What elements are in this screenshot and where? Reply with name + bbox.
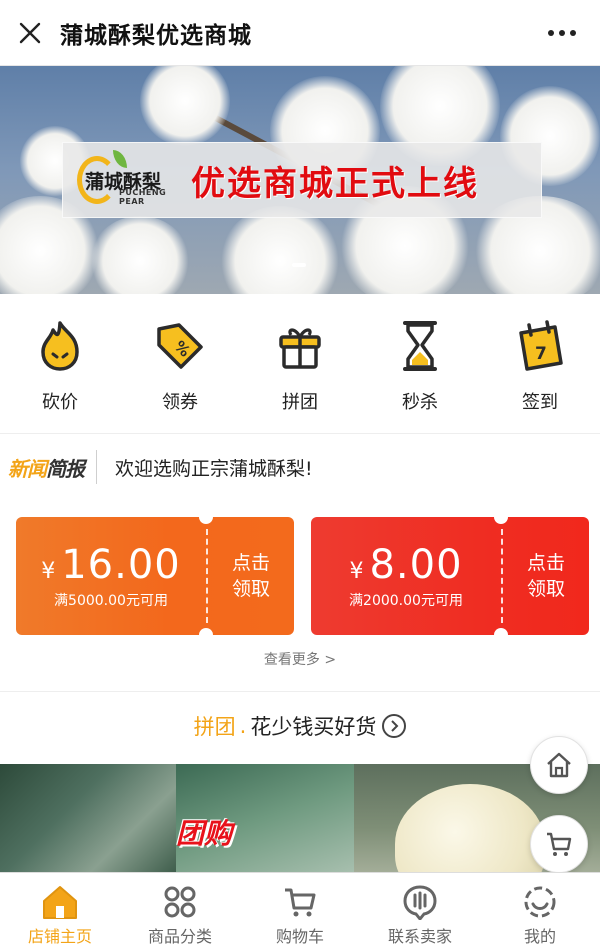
tab-contact-seller[interactable]: 联系卖家 — [360, 873, 480, 951]
quicknav-item-checkin[interactable]: 7 签到 — [480, 294, 600, 433]
banner-slogan: 优选商城正式上线 — [191, 163, 479, 204]
tab-label: 店铺主页 — [27, 927, 92, 946]
quicknav-label: 签到 — [522, 392, 558, 413]
coupon-value-area: ¥ 16.00 满5000.00元可用 — [16, 517, 206, 635]
blossom-decoration — [140, 66, 230, 146]
tab-label: 联系卖家 — [387, 927, 452, 946]
currency-symbol: ¥ — [41, 559, 56, 584]
coupon-notch — [494, 510, 508, 524]
coupon-amount: ¥ 16.00 — [41, 542, 181, 588]
coupon-value-area: ¥ 8.00 满2000.00元可用 — [311, 517, 501, 635]
news-text: 欢迎选购正宗蒲城酥梨! — [115, 457, 313, 480]
fire-icon — [32, 318, 88, 374]
tab-label: 购物车 — [275, 927, 324, 946]
coupon-notch — [199, 510, 213, 524]
promo-banner[interactable]: 蒲城酥梨 PUCHENG PEAR 优选商城正式上线 — [0, 66, 600, 294]
group-buy-tag: 团购 — [176, 817, 233, 850]
news-bar[interactable]: 新闻简报 欢迎选购正宗蒲城酥梨! — [0, 434, 600, 500]
quicknav-item-group-buy[interactable]: 拼团 — [240, 294, 360, 433]
cart-icon — [547, 832, 572, 856]
close-icon — [19, 22, 41, 43]
home-icon — [547, 752, 571, 778]
tab-label: 商品分类 — [147, 927, 212, 946]
claim-coupon-button[interactable]: 点击 领取 — [208, 517, 294, 635]
chevron-right-icon — [382, 714, 407, 738]
top-bar: 蒲城酥梨优选商城 — [0, 0, 600, 66]
quicknav-label: 拼团 — [282, 392, 318, 413]
page-title: 蒲城酥梨优选商城 — [60, 22, 252, 49]
group-buy-header[interactable]: 拼团 . 花少钱买好货 — [0, 706, 600, 746]
group-buy-product-strip[interactable]: 团购 — [0, 764, 600, 872]
view-more-link[interactable]: 查看更多 > — [0, 649, 600, 669]
coupon-tag-icon: % — [152, 318, 208, 374]
blossom-decoration — [220, 206, 340, 294]
coupon-card[interactable]: ¥ 16.00 满5000.00元可用 点击 领取 — [16, 517, 294, 635]
quicknav-label: 砍价 — [42, 392, 78, 413]
group-buy-dot: . — [239, 714, 247, 738]
svg-text:7: 7 — [535, 344, 547, 364]
coupon-value: 8.00 — [369, 542, 463, 588]
quicknav-item-flash-sale[interactable]: 秒杀 — [360, 294, 480, 433]
quicknav-label: 秒杀 — [402, 392, 438, 413]
logo-text: 蒲城酥梨 — [84, 170, 161, 193]
tab-cart[interactable]: 购物车 — [240, 873, 360, 951]
gift-icon — [272, 318, 328, 374]
coupon-condition: 满5000.00元可用 — [54, 593, 168, 609]
more-button[interactable] — [542, 20, 582, 46]
section-divider — [0, 691, 600, 692]
claim-label-line2: 领取 — [526, 578, 565, 600]
carousel-indicator[interactable] — [292, 263, 306, 267]
claim-coupon-button[interactable]: 点击 领取 — [503, 517, 589, 635]
logo-leaf — [113, 150, 127, 168]
claim-label-line2: 领取 — [231, 578, 270, 600]
hourglass-icon — [392, 318, 448, 374]
blossom-decoration — [90, 216, 190, 294]
tab-profile[interactable]: 我的 — [480, 873, 600, 951]
brand-logo: 蒲城酥梨 PUCHENG PEAR — [63, 142, 183, 218]
currency-symbol: ¥ — [349, 559, 364, 584]
more-dots-icon — [548, 30, 576, 36]
tab-home[interactable]: 店铺主页 — [0, 873, 120, 951]
quick-nav: 砍价 % 领券 拼团 秒杀 7 签到 — [0, 294, 600, 434]
bottom-tab-bar: 店铺主页 商品分类 购物车 联系卖家 我的 — [0, 872, 600, 951]
floating-cart-button[interactable] — [530, 815, 588, 873]
coupon-notch — [199, 628, 213, 642]
quicknav-label: 领券 — [162, 392, 198, 413]
coupon-value: 16.00 — [61, 542, 181, 588]
calendar-icon: 7 — [512, 318, 568, 374]
category-icon — [160, 883, 200, 921]
coupon-card[interactable]: ¥ 8.00 满2000.00元可用 点击 领取 — [311, 517, 589, 635]
cart-icon — [280, 883, 320, 921]
coupon-condition: 满2000.00元可用 — [349, 593, 463, 609]
chat-icon — [400, 883, 440, 921]
news-divider — [96, 450, 97, 484]
page: 蒲城酥梨优选商城 蒲城酥梨 PUCHENG PEAR 优选商城正式上线 砍价 %… — [0, 0, 600, 951]
close-button[interactable] — [0, 0, 60, 66]
coupon-amount: ¥ 8.00 — [349, 542, 462, 588]
coupon-notch — [494, 628, 508, 642]
banner-panel: 蒲城酥梨 PUCHENG PEAR 优选商城正式上线 — [62, 142, 542, 218]
news-logo: 新闻简报 — [8, 453, 85, 482]
tab-category[interactable]: 商品分类 — [120, 873, 240, 951]
floating-home-button[interactable] — [530, 736, 588, 794]
profile-icon — [520, 883, 560, 921]
news-logo-part: 简报 — [46, 456, 85, 481]
group-buy-subtitle: 花少钱买好货 — [250, 715, 377, 739]
claim-label-line1: 点击 — [526, 552, 565, 574]
claim-label-line1: 点击 — [231, 552, 270, 574]
group-buy-title: 拼团 — [193, 715, 236, 739]
quicknav-item-bargain[interactable]: 砍价 — [0, 294, 120, 433]
home-icon — [40, 883, 80, 921]
tab-label: 我的 — [523, 927, 556, 946]
news-logo-part: 新闻 — [8, 456, 47, 481]
product-image[interactable] — [0, 764, 176, 872]
quicknav-item-coupon[interactable]: % 领券 — [120, 294, 240, 433]
